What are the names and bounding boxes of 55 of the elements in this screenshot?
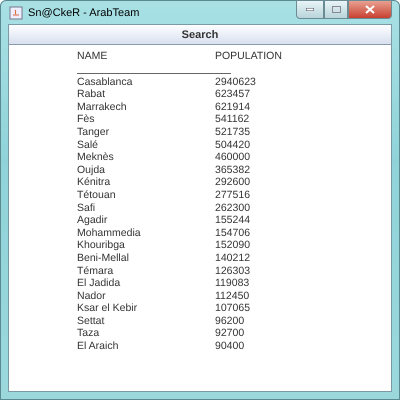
app-icon bbox=[9, 6, 23, 20]
table-cell-text: Tétouan bbox=[77, 188, 117, 202]
maximize-button[interactable] bbox=[324, 0, 348, 19]
table-cell-text: Fès bbox=[77, 113, 96, 126]
table-cell-text: Ksar el Kebir bbox=[77, 302, 138, 315]
table-cell-text: Khouribga bbox=[77, 239, 126, 252]
table-cell-text: Beni-Mellal bbox=[77, 252, 130, 264]
search-button[interactable]: Search bbox=[9, 25, 391, 45]
table-cell-text: 155244 bbox=[215, 214, 252, 227]
table-cell-text: El Araich bbox=[77, 340, 120, 353]
table-cell-text: 623457 bbox=[215, 88, 252, 101]
table-cell-text: 277516 bbox=[215, 188, 252, 202]
table-cell-text: Settat bbox=[77, 314, 106, 328]
table-cell-text: 2940623 bbox=[215, 76, 257, 88]
table-cell-text: El Jadida bbox=[77, 277, 122, 290]
table-cell-text: 152090 bbox=[215, 239, 252, 252]
table-cell-text: 96200 bbox=[215, 314, 246, 328]
table-cell-text: 541162 bbox=[215, 113, 250, 126]
minimize-icon bbox=[306, 8, 314, 11]
table-cell-text: 460000 bbox=[215, 151, 252, 164]
close-icon bbox=[365, 5, 375, 14]
table-cell-text: 126303 bbox=[215, 264, 252, 278]
column-header: NAME bbox=[77, 50, 108, 63]
table-cell-text: Taza bbox=[77, 327, 100, 340]
table-cell-text: Témara bbox=[77, 264, 114, 278]
table-cell-text: Nador bbox=[77, 290, 107, 302]
table-cell-text: Safi bbox=[77, 202, 96, 214]
table-cell-text: Marrakech bbox=[77, 100, 128, 114]
close-button[interactable] bbox=[348, 0, 392, 19]
table-cell-text: 92700 bbox=[215, 327, 246, 340]
table-cell-text: Kénitra bbox=[77, 176, 112, 189]
table-cell-text: 107065 bbox=[215, 302, 252, 315]
table-cell-text: Rabat bbox=[77, 88, 106, 101]
maximize-icon bbox=[332, 6, 340, 13]
table-cell-text: 262300 bbox=[215, 202, 252, 214]
minimize-button[interactable] bbox=[296, 0, 324, 19]
table-cell-text: 292600 bbox=[215, 176, 252, 189]
table-cell-text: 521735 bbox=[215, 126, 252, 139]
table-cell-text: 90400 bbox=[215, 340, 246, 353]
table-cell-text: Salé bbox=[77, 138, 100, 152]
table-cell-text: 119083 bbox=[215, 277, 250, 290]
table-cell-text: 154706 bbox=[215, 226, 252, 240]
table-cell-text: 621914 bbox=[215, 100, 252, 114]
table-cell-text: Oujda bbox=[77, 164, 106, 176]
table-cell-text: Agadir bbox=[77, 214, 108, 227]
window-title: Sn@CkeR - ArabTeam bbox=[28, 6, 140, 18]
table-cell-text: Casablanca bbox=[77, 76, 134, 88]
table-cell-text: 504420 bbox=[215, 138, 252, 152]
table-cell-text: Mohammedia bbox=[77, 226, 142, 240]
column-header: POPULATION bbox=[215, 50, 283, 63]
table-cell-text: 112450 bbox=[215, 290, 250, 302]
table-cell-text: Meknès bbox=[77, 151, 115, 164]
table-cell-text: Tanger bbox=[77, 126, 110, 139]
table-cell-text: 140212 bbox=[215, 252, 252, 264]
table-cell-text: 365382 bbox=[215, 164, 252, 176]
